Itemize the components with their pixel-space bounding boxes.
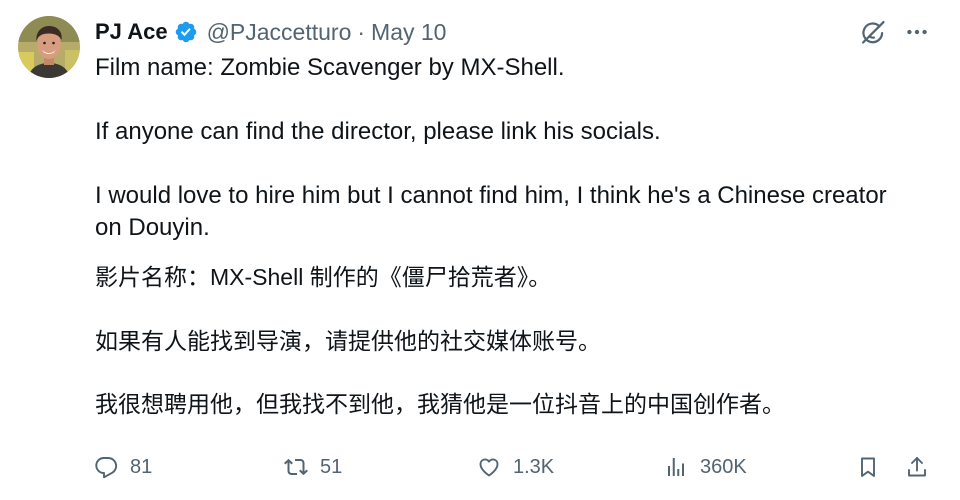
grok-icon[interactable]	[859, 18, 887, 46]
tweet-line: I would love to hire him but I cannot fi…	[95, 182, 887, 209]
retweet-icon[interactable]	[284, 455, 308, 479]
retweet-count[interactable]: 51	[320, 455, 342, 479]
tweet-paragraph: Film name: Zombie Scavenger by MX-Shell.	[95, 52, 887, 84]
reply-icon[interactable]	[94, 455, 118, 479]
verified-badge-icon[interactable]	[174, 20, 198, 44]
tweet-paragraph-chinese: 影片名称：MX-Shell 制作的《僵尸拾荒者》。	[95, 264, 552, 290]
tweet-text-chinese: 影片名称：MX-Shell 制作的《僵尸拾荒者》。 如果有人能找到导演，请提供他…	[95, 261, 785, 420]
tweet-line: on Douyin.	[95, 214, 210, 241]
meta-separator: ·	[357, 18, 366, 45]
avatar-image	[18, 16, 80, 78]
tweet: PJ Ace @PJaccetturo · May 10 Film name: …	[0, 0, 960, 500]
heart-icon[interactable]	[477, 455, 501, 479]
views-button[interactable]: 360K	[664, 455, 747, 479]
avatar[interactable]	[18, 16, 80, 78]
reply-count[interactable]: 81	[130, 455, 152, 479]
retweet-button[interactable]: 51	[284, 455, 342, 479]
tweet-date[interactable]: May 10	[371, 19, 446, 46]
tweet-paragraph-chinese: 如果有人能找到导演，请提供他的社交媒体账号。	[95, 327, 601, 354]
bookmark-button[interactable]	[856, 455, 880, 479]
tweet-header: PJ Ace @PJaccetturo · May 10	[95, 17, 446, 47]
like-count[interactable]: 1.3K	[513, 455, 554, 479]
bookmark-icon[interactable]	[856, 455, 880, 479]
share-icon[interactable]	[905, 455, 929, 479]
more-icon[interactable]	[903, 18, 931, 46]
views-icon[interactable]	[664, 455, 688, 479]
tweet-line: Film name: Zombie Scavenger by MX-Shell.	[95, 54, 565, 81]
views-count[interactable]: 360K	[700, 455, 747, 479]
share-button[interactable]	[905, 455, 929, 479]
tweet-text: Film name: Zombie Scavenger by MX-Shell.…	[95, 52, 887, 244]
tweet-paragraph: If anyone can find the director, please …	[95, 116, 887, 148]
like-button[interactable]: 1.3K	[477, 455, 554, 479]
tweet-line: If anyone can find the director, please …	[95, 118, 661, 145]
tweet-paragraph-chinese: 我很想聘用他，但我找不到他，我猜他是一位抖音上的中国创作者。	[95, 391, 785, 417]
tweet-paragraph: I would love to hire him but I cannot fi…	[95, 180, 887, 244]
reply-button[interactable]: 81	[94, 455, 152, 479]
author-name[interactable]: PJ Ace	[95, 19, 168, 45]
author-handle[interactable]: @PJaccetturo	[207, 19, 352, 46]
tweet-meta: @PJaccetturo · May 10	[207, 19, 447, 46]
